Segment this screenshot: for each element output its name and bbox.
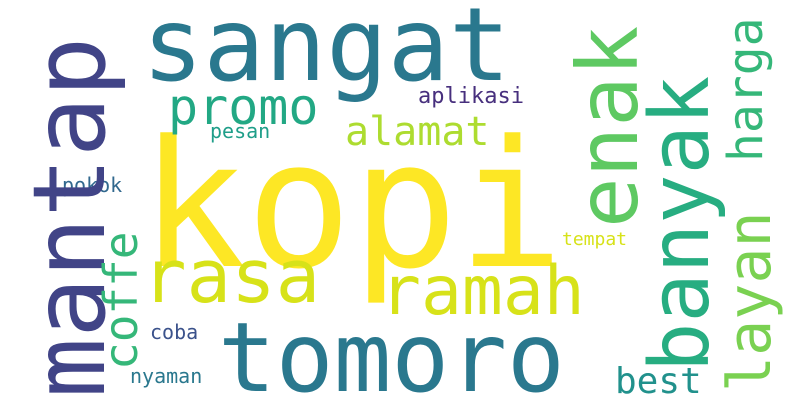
word-alamat: alamat (345, 109, 490, 155)
word-coba: coba (150, 320, 199, 344)
word-harga: harga (718, 17, 774, 163)
word-pesan: pesan (210, 119, 271, 143)
word-layan: layan (715, 211, 785, 392)
word-tempat: tempat (562, 229, 628, 250)
word-cloud: kopi sangat tomoro ramah rasa promo alam… (0, 0, 800, 400)
word-coffe: coffe (94, 231, 148, 370)
word-enak: enak (559, 25, 657, 228)
word-rasa: rasa (142, 234, 321, 320)
word-aplikasi: aplikasi (418, 84, 524, 109)
word-ramah: ramah (380, 252, 585, 331)
